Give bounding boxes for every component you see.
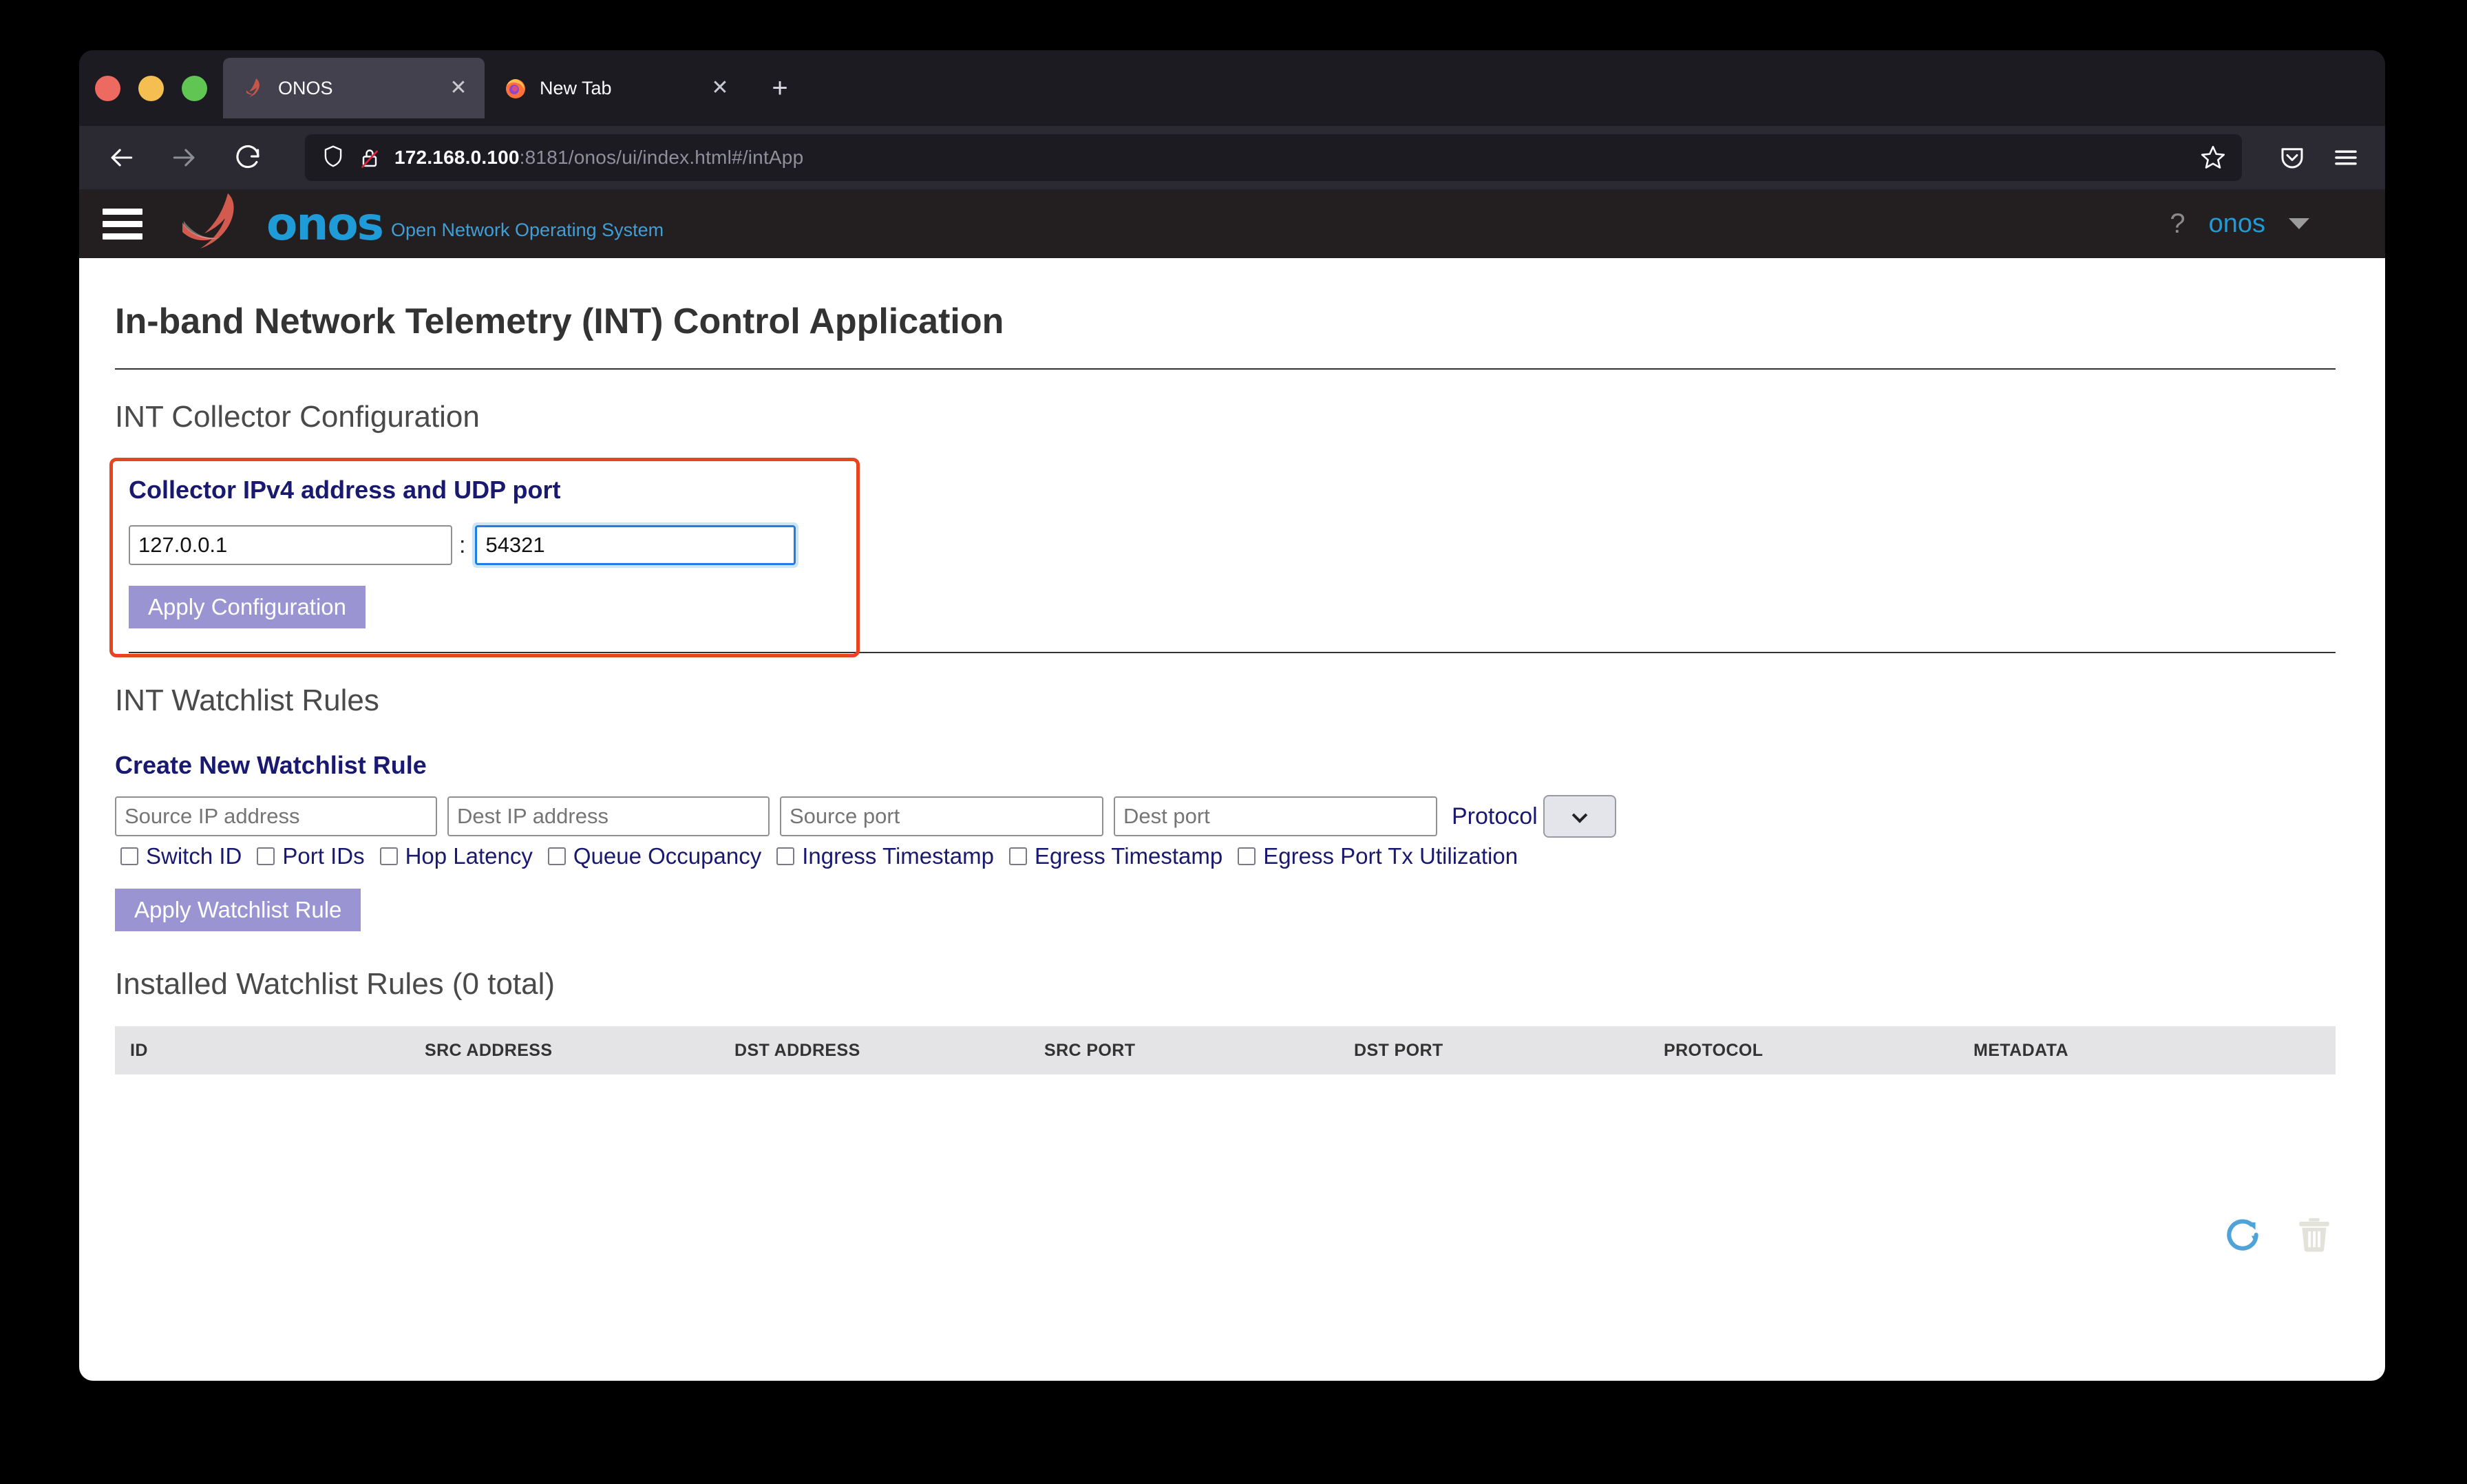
- minimize-window-button[interactable]: [138, 75, 164, 101]
- apply-watchlist-rule-button[interactable]: Apply Watchlist Rule: [115, 889, 361, 931]
- forward-icon[interactable]: [160, 134, 209, 182]
- collector-ip-input[interactable]: [129, 525, 452, 565]
- bookmark-star-icon[interactable]: [2192, 137, 2234, 178]
- checkbox-label: Ingress Timestamp: [802, 843, 994, 869]
- window-controls: [79, 75, 223, 101]
- checkbox-switch-id[interactable]: Switch ID: [120, 843, 242, 869]
- insecure-lock-icon[interactable]: [357, 145, 382, 170]
- metadata-checkbox-row: Switch ID Port IDs Hop Latency Queue Occ…: [120, 843, 2336, 869]
- onos-favicon: [241, 75, 267, 101]
- tab-close-button[interactable]: ✕: [445, 78, 472, 98]
- tab-title: New Tab: [540, 77, 612, 98]
- create-rule-heading: Create New Watchlist Rule: [115, 751, 427, 779]
- reload-icon[interactable]: [224, 134, 272, 182]
- shield-icon[interactable]: [320, 143, 346, 173]
- divider: [129, 652, 2336, 653]
- onos-page: onos Open Network Operating System ? ono…: [79, 189, 2385, 1381]
- column-header-src-address[interactable]: SRC ADDRESS: [425, 1041, 734, 1061]
- checkbox-box[interactable]: [776, 847, 795, 865]
- colon-separator: :: [459, 531, 466, 558]
- checkbox-box[interactable]: [257, 847, 275, 865]
- checkbox-label: Queue Occupancy: [573, 843, 762, 869]
- close-window-button[interactable]: [95, 75, 120, 101]
- pocket-icon[interactable]: [2271, 136, 2314, 179]
- protocol-select[interactable]: [1543, 795, 1616, 838]
- checkbox-hop-latency[interactable]: Hop Latency: [379, 843, 533, 869]
- checkbox-label: Egress Port Tx Utilization: [1263, 843, 1518, 869]
- navigation-toolbar: 172.168.0.100:8181/onos/ui/index.html#/i…: [79, 126, 2385, 189]
- onos-logo: onos Open Network Operating System: [174, 191, 664, 257]
- tab-title: ONOS: [278, 77, 333, 98]
- url-host: 172.168.0.100: [394, 147, 520, 168]
- browser-window: ONOS ✕ New Tab ✕ + 172.168.0.100:8181/on…: [79, 50, 2385, 1381]
- onos-masthead: onos Open Network Operating System ? ono…: [79, 189, 2385, 258]
- apply-configuration-button[interactable]: Apply Configuration: [129, 586, 366, 628]
- column-header-metadata[interactable]: METADATA: [1973, 1041, 2283, 1061]
- installed-rules-heading: Installed Watchlist Rules (0 total): [115, 967, 555, 1001]
- back-icon[interactable]: [97, 134, 145, 182]
- checkbox-label: Port IDs: [282, 843, 365, 869]
- trash-icon[interactable]: [2293, 1213, 2336, 1260]
- column-header-id[interactable]: ID: [115, 1041, 425, 1061]
- dest-port-input[interactable]: [1114, 796, 1437, 836]
- page-title: In-band Network Telemetry (INT) Control …: [115, 301, 1004, 341]
- checkbox-label: Egress Timestamp: [1034, 843, 1223, 869]
- firefox-favicon: [502, 75, 529, 101]
- checkbox-box[interactable]: [547, 847, 566, 865]
- source-port-input[interactable]: [780, 796, 1103, 836]
- tab-new-tab[interactable]: New Tab ✕: [485, 58, 746, 118]
- url-bar[interactable]: 172.168.0.100:8181/onos/ui/index.html#/i…: [305, 134, 2242, 181]
- checkbox-box[interactable]: [120, 847, 138, 865]
- tab-onos[interactable]: ONOS ✕: [223, 58, 485, 118]
- collector-port-focus-ring: [472, 522, 799, 568]
- collector-label: Collector IPv4 address and UDP port: [129, 476, 561, 504]
- checkbox-label: Hop Latency: [405, 843, 533, 869]
- protocol-label: Protocol: [1452, 803, 1538, 829]
- table-body: [115, 1074, 2336, 1350]
- watchlist-section-heading: INT Watchlist Rules: [115, 683, 379, 717]
- checkbox-egress-timestamp[interactable]: Egress Timestamp: [1008, 843, 1223, 869]
- source-ip-input[interactable]: [115, 796, 437, 836]
- user-menu-label[interactable]: onos: [2209, 209, 2265, 239]
- checkbox-egress-port-tx-utilization[interactable]: Egress Port Tx Utilization: [1238, 843, 1518, 869]
- table-toolbar: [2221, 1213, 2336, 1260]
- column-header-dst-port[interactable]: DST PORT: [1354, 1041, 1664, 1061]
- checkbox-box[interactable]: [1238, 847, 1256, 865]
- help-icon[interactable]: ?: [2170, 209, 2185, 240]
- onos-tagline: Open Network Operating System: [390, 219, 664, 240]
- onos-wordmark: onos: [266, 197, 384, 251]
- checkbox-label: Switch ID: [146, 843, 242, 869]
- checkbox-queue-occupancy[interactable]: Queue Occupancy: [547, 843, 762, 869]
- divider: [115, 368, 2336, 370]
- nav-menu-icon[interactable]: [103, 204, 142, 244]
- table-header-row: ID SRC ADDRESS DST ADDRESS SRC PORT DST …: [115, 1026, 2336, 1074]
- dest-ip-input[interactable]: [447, 796, 770, 836]
- checkbox-port-ids[interactable]: Port IDs: [257, 843, 365, 869]
- chevron-down-icon: [1571, 807, 1588, 823]
- chevron-down-icon[interactable]: [2289, 218, 2309, 229]
- tab-close-button[interactable]: ✕: [706, 78, 734, 98]
- maximize-window-button[interactable]: [182, 75, 207, 101]
- url-path: :8181/onos/ui/index.html#/intApp: [519, 147, 804, 168]
- masthead-right: ? onos: [2170, 209, 2364, 240]
- collector-input-row: :: [129, 522, 2336, 568]
- onos-bird-icon: [182, 193, 234, 248]
- checkbox-ingress-timestamp[interactable]: Ingress Timestamp: [776, 843, 994, 869]
- collector-section-heading: INT Collector Configuration: [115, 400, 480, 434]
- collector-port-input[interactable]: [475, 525, 796, 565]
- url-text: 172.168.0.100:8181/onos/ui/index.html#/i…: [394, 147, 803, 169]
- checkbox-box[interactable]: [379, 847, 398, 865]
- create-rule-fields: Protocol: [115, 795, 2336, 838]
- browser-menu-icon[interactable]: [2325, 136, 2367, 179]
- column-header-dst-address[interactable]: DST ADDRESS: [734, 1041, 1044, 1061]
- new-tab-button[interactable]: +: [764, 74, 796, 102]
- refresh-icon[interactable]: [2221, 1213, 2264, 1260]
- column-header-src-port[interactable]: SRC PORT: [1044, 1041, 1354, 1061]
- column-header-protocol[interactable]: PROTOCOL: [1664, 1041, 1973, 1061]
- tab-strip: ONOS ✕ New Tab ✕ +: [79, 50, 2385, 126]
- checkbox-box[interactable]: [1008, 847, 1027, 865]
- collector-config-panel: Collector IPv4 address and UDP port : Ap…: [115, 454, 2336, 653]
- installed-rules-table: ID SRC ADDRESS DST ADDRESS SRC PORT DST …: [115, 1026, 2336, 1350]
- page-content: In-band Network Telemetry (INT) Control …: [79, 258, 2385, 1350]
